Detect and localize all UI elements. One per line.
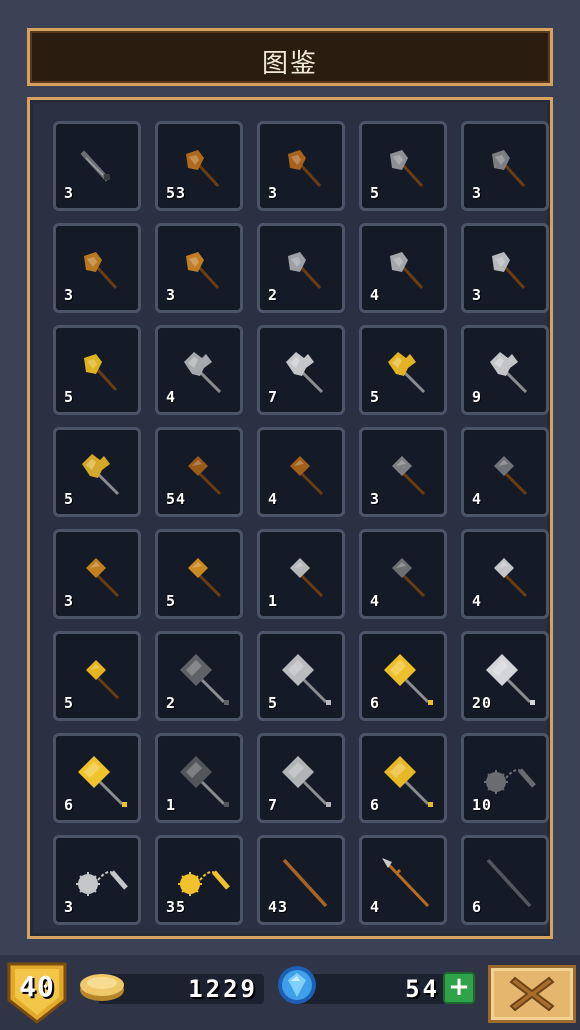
collection-slot[interactable]: 9 — [461, 325, 549, 415]
item-count: 20 — [472, 694, 493, 712]
item-count: 6 — [370, 694, 381, 712]
collection-slot[interactable]: 5 — [257, 631, 345, 721]
item-count: 4 — [472, 490, 483, 508]
item-count: 3 — [64, 592, 75, 610]
item-count: 5 — [268, 694, 279, 712]
collection-slot[interactable]: 7 — [257, 733, 345, 823]
collection-slot[interactable]: 5 — [359, 121, 447, 211]
item-count: 6 — [472, 898, 483, 916]
gold-coin-icon — [80, 974, 124, 1001]
item-count: 5 — [64, 490, 75, 508]
collection-slot[interactable]: 4 — [257, 427, 345, 517]
collection-slot[interactable]: 1 — [155, 733, 243, 823]
collection-slot[interactable]: 4 — [461, 427, 549, 517]
collection-slot[interactable]: 3 — [155, 223, 243, 313]
item-count: 3 — [166, 286, 177, 304]
player-level: 40 — [19, 970, 55, 1003]
item-count: 54 — [166, 490, 187, 508]
collection-slot[interactable]: 10 — [461, 733, 549, 823]
item-count: 3 — [268, 184, 279, 202]
collection-slot[interactable]: 2 — [257, 223, 345, 313]
item-count: 5 — [64, 694, 75, 712]
collection-slot[interactable]: 6 — [461, 835, 549, 925]
collection-slot[interactable]: 6 — [359, 733, 447, 823]
item-count: 1 — [268, 592, 279, 610]
item-count: 5 — [370, 184, 381, 202]
item-count: 2 — [268, 286, 279, 304]
item-count: 5 — [64, 388, 75, 406]
collection-slot[interactable]: 5 — [53, 427, 141, 517]
title-bar: 图鉴 — [27, 28, 553, 86]
collection-slot[interactable]: 20 — [461, 631, 549, 721]
item-count: 7 — [268, 388, 279, 406]
item-count: 4 — [268, 490, 279, 508]
item-count: 35 — [166, 898, 187, 916]
collection-slot[interactable]: 3 — [53, 223, 141, 313]
collection-slot[interactable]: 4 — [359, 835, 447, 925]
item-count: 1 — [166, 796, 177, 814]
item-grid: 3 53 3 5 3 3 3 2 4 3 5 4 7 5 9 5 54 4 3 … — [53, 121, 549, 925]
item-count: 53 — [166, 184, 187, 202]
coin-count: 1229 — [188, 975, 258, 1003]
collection-panel: 3 53 3 5 3 3 3 2 4 3 5 4 7 5 9 5 54 4 3 … — [27, 97, 553, 939]
collection-slot[interactable]: 3 — [359, 427, 447, 517]
collection-slot[interactable]: 4 — [359, 529, 447, 619]
collection-slot[interactable]: 3 — [53, 835, 141, 925]
collection-slot[interactable]: 5 — [155, 529, 243, 619]
collection-slot[interactable]: 3 — [461, 121, 549, 211]
close-button[interactable] — [488, 965, 576, 1023]
blue-gem-icon — [278, 966, 316, 1004]
collection-slot[interactable]: 35 — [155, 835, 243, 925]
collection-slot[interactable]: 1 — [257, 529, 345, 619]
page-title: 图鉴 — [261, 49, 318, 79]
item-count: 2 — [166, 694, 177, 712]
item-count: 9 — [472, 388, 483, 406]
item-count: 5 — [370, 388, 381, 406]
item-count: 4 — [166, 388, 177, 406]
collection-slot[interactable]: 3 — [53, 529, 141, 619]
collection-slot[interactable]: 3 — [257, 121, 345, 211]
collection-slot[interactable]: 2 — [155, 631, 243, 721]
item-count: 6 — [64, 796, 75, 814]
collection-slot[interactable]: 5 — [53, 325, 141, 415]
item-count: 6 — [370, 796, 381, 814]
collection-slot[interactable]: 5 — [53, 631, 141, 721]
item-count: 43 — [268, 898, 289, 916]
item-count: 3 — [64, 184, 75, 202]
item-count: 7 — [268, 796, 279, 814]
item-count: 3 — [64, 286, 75, 304]
collection-slot[interactable]: 6 — [359, 631, 447, 721]
item-count: 4 — [370, 592, 381, 610]
item-count: 3 — [370, 490, 381, 508]
item-count: 3 — [472, 184, 483, 202]
item-count: 10 — [472, 796, 493, 814]
collection-slot[interactable]: 4 — [359, 223, 447, 313]
item-count: 4 — [370, 286, 381, 304]
close-icon — [509, 976, 555, 1012]
collection-slot[interactable]: 5 — [359, 325, 447, 415]
item-count: 5 — [166, 592, 177, 610]
collection-slot[interactable]: 54 — [155, 427, 243, 517]
item-count: 3 — [64, 898, 75, 916]
item-count: 3 — [472, 286, 483, 304]
collection-slot[interactable]: 53 — [155, 121, 243, 211]
collection-slot[interactable]: 43 — [257, 835, 345, 925]
collection-slot[interactable]: 4 — [461, 529, 549, 619]
gem-count: 54 — [405, 975, 440, 1003]
item-count: 4 — [472, 592, 483, 610]
collection-slot[interactable]: 3 — [461, 223, 549, 313]
collection-slot[interactable]: 6 — [53, 733, 141, 823]
collection-slot[interactable]: 7 — [257, 325, 345, 415]
item-count: 4 — [370, 898, 381, 916]
add-gems-button[interactable]: + — [443, 972, 475, 1004]
collection-slot[interactable]: 4 — [155, 325, 243, 415]
collection-slot[interactable]: 3 — [53, 121, 141, 211]
